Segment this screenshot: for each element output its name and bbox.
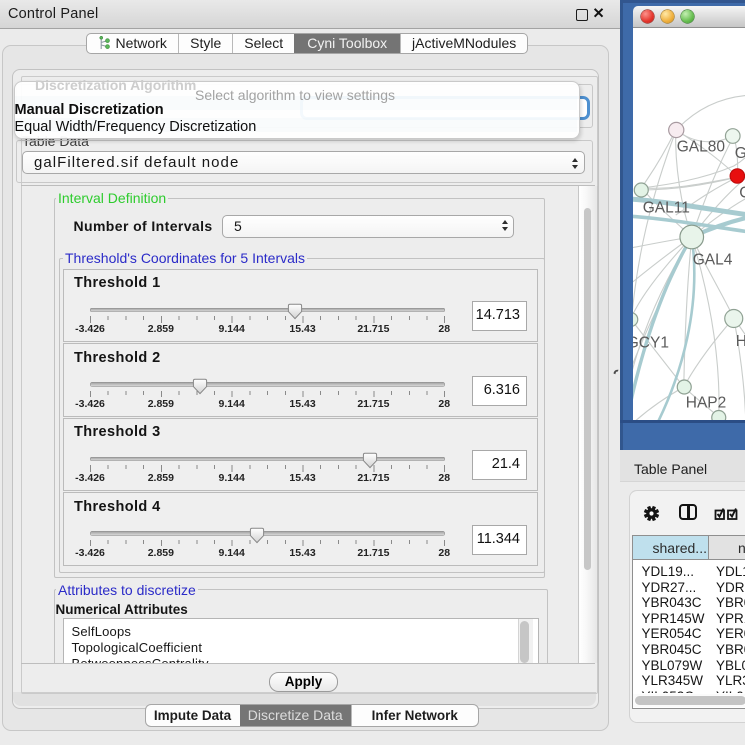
- svg-text:GAL: GAL: [734, 145, 745, 162]
- svg-text:GAL11: GAL11: [642, 200, 689, 217]
- svg-text:GCY1: GCY1: [633, 335, 669, 352]
- svg-text:GAL80: GAL80: [676, 139, 725, 156]
- svg-text:HAP2: HAP2: [685, 395, 726, 412]
- svg-text:C: C: [739, 185, 745, 202]
- svg-text:GAL4: GAL4: [692, 252, 732, 269]
- svg-text:H: H: [735, 333, 745, 350]
